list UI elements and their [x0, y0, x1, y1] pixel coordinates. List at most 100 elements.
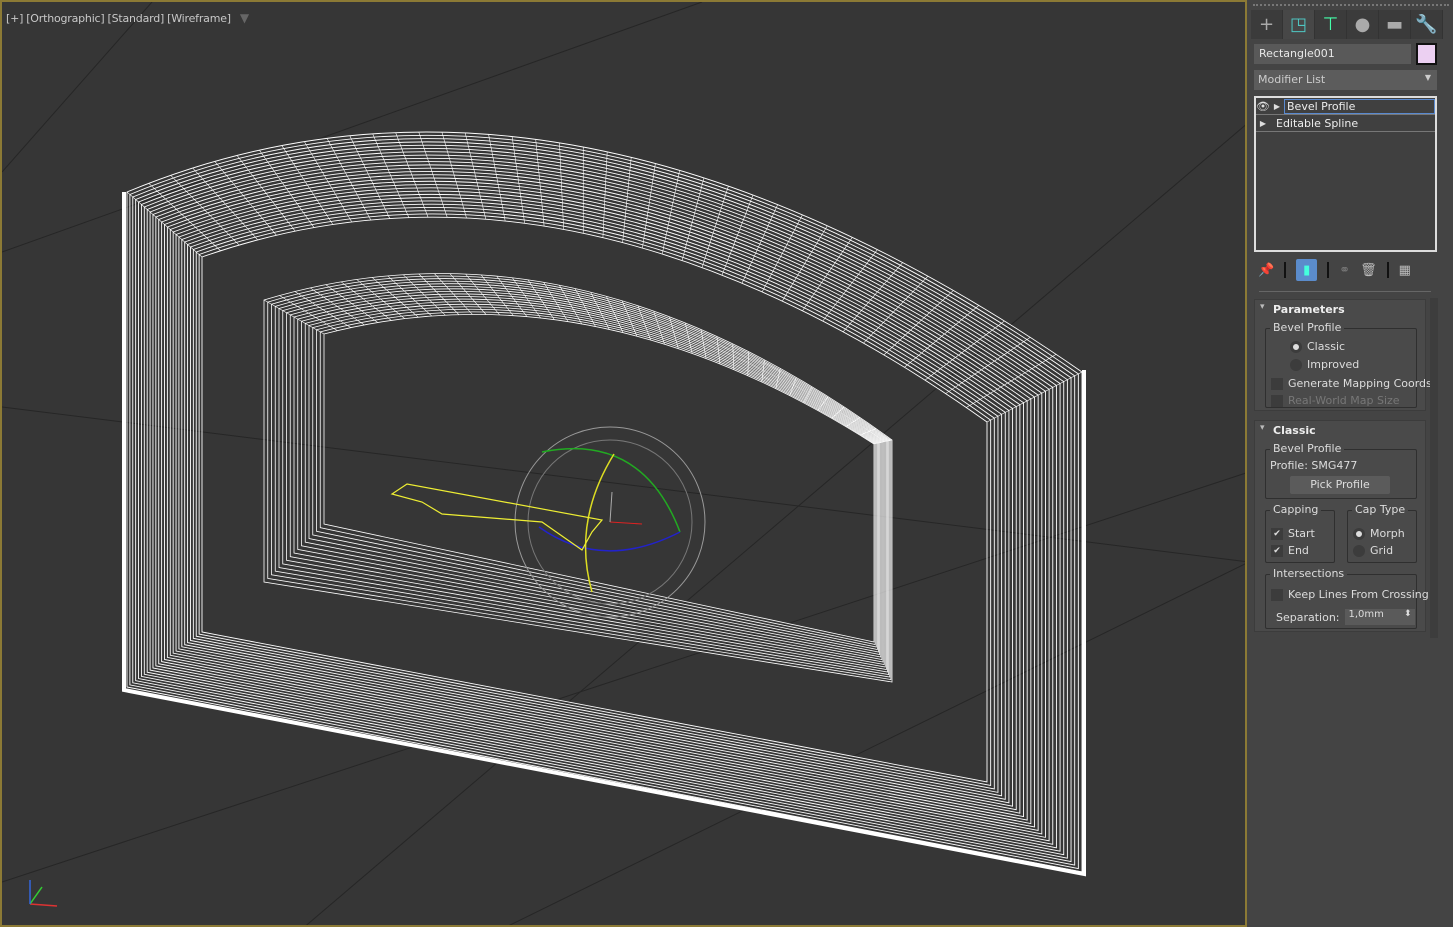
- group-label: Bevel Profile: [1270, 442, 1345, 455]
- bevel-profile-spline: [390, 483, 604, 551]
- stack-item-label: Editable Spline: [1276, 116, 1359, 130]
- profile-name: Profile: SMG477: [1270, 459, 1358, 472]
- stack-item-editable-spline[interactable]: ▶ Editable Spline: [1256, 115, 1435, 132]
- outer-frame-wire: [132, 138, 1076, 866]
- command-panel: + ◳ ⊤ ● ▬ 🔧 Rectangle001 Modifier List ▼ …: [1249, 0, 1453, 927]
- separation-spinner[interactable]: 1,0mm: [1344, 609, 1415, 625]
- motion-icon[interactable]: ●: [1347, 10, 1379, 39]
- panel-scrollbar[interactable]: [1430, 298, 1438, 638]
- axis-tripod-x: [29, 903, 58, 907]
- inner-frame-wire: [289, 291, 885, 665]
- outer-frame-wire: [164, 174, 1035, 828]
- configure-sets-icon[interactable]: ▦: [1399, 263, 1411, 278]
- plus-icon[interactable]: +: [1251, 10, 1283, 39]
- viewport-label-menu: [+] [Orthographic] [Standard] [Wireframe…: [6, 11, 249, 25]
- outer-frame-wire: [172, 184, 1024, 818]
- trash-icon[interactable]: 🗑: [1360, 263, 1377, 278]
- inner-frame-wire: [297, 296, 883, 660]
- outer-frame-wire: [966, 354, 1057, 408]
- inner-frame-wire: [308, 303, 879, 653]
- inner-frame-wire: [301, 298, 882, 658]
- make-unique-icon[interactable]: ⚭: [1339, 263, 1350, 278]
- grid-line: [2, 2, 703, 253]
- modify-icon[interactable]: ◳: [1283, 10, 1315, 39]
- outer-frame-wire: [140, 148, 1065, 856]
- axis-tripod-y: [29, 886, 43, 905]
- outer-frame-wire: [681, 177, 705, 261]
- inner-frame-wire: [293, 293, 884, 663]
- funnel-icon[interactable]: ▼: [240, 11, 249, 25]
- viewport-shading-menu[interactable]: [Wireframe]: [167, 12, 231, 25]
- stack-item-bevel-profile[interactable]: 👁 ▶ Bevel Profile: [1256, 98, 1435, 115]
- modifier-list-dropdown[interactable]: Modifier List ▼: [1254, 70, 1437, 90]
- parameters-rollout-header[interactable]: Parameters: [1255, 300, 1425, 319]
- grid-line: [2, 2, 153, 173]
- outer-frame-wire: [148, 183, 221, 251]
- outer-frame-wire: [126, 131, 1083, 873]
- cap-end-checkbox[interactable]: ✔ End: [1271, 544, 1309, 557]
- inner-frame-wire: [278, 283, 888, 673]
- viewport-perspective[interactable]: [+] [Orthographic] [Standard] [Wireframe…: [0, 0, 1247, 927]
- classic-rollout-header[interactable]: Classic: [1255, 421, 1425, 440]
- inner-frame-wire: [312, 306, 878, 650]
- gizmo-z-arc: [538, 526, 681, 552]
- radio-classic[interactable]: Classic: [1290, 340, 1345, 353]
- outer-frame-wire: [155, 164, 1046, 838]
- outer-frame-wire: [349, 135, 391, 219]
- command-panel-tabs: + ◳ ⊤ ● ▬ 🔧: [1251, 10, 1443, 39]
- wireframe-scene[interactable]: [2, 2, 1247, 927]
- group-label: Bevel Profile: [1270, 321, 1345, 334]
- viewport-pov-menu[interactable]: [Orthographic]: [26, 12, 104, 25]
- real-world-map-checkbox: Real-World Map Size: [1271, 394, 1400, 407]
- outer-frame-wire: [236, 155, 296, 232]
- show-end-result-icon[interactable]: ▮: [1296, 259, 1318, 281]
- display-icon[interactable]: ▬: [1379, 10, 1411, 39]
- modifier-list-label: Modifier List: [1258, 73, 1326, 86]
- outer-frame-wire: [304, 141, 353, 223]
- outer-frame-wire: [161, 171, 1039, 832]
- separation-label: Separation:: [1276, 610, 1340, 624]
- outer-frame-wire: [158, 167, 1043, 835]
- stack-item-label: Bevel Profile: [1284, 98, 1435, 114]
- wrench-icon[interactable]: 🔧: [1411, 10, 1443, 39]
- object-name-input[interactable]: Rectangle001: [1254, 44, 1411, 64]
- modifier-stack[interactable]: 👁 ▶ Bevel Profile ▶ Editable Spline: [1254, 96, 1437, 252]
- object-color-swatch[interactable]: [1416, 43, 1437, 65]
- outer-frame-wire: [741, 204, 778, 284]
- group-label: Intersections: [1270, 567, 1348, 580]
- parameters-rollout: Parameters Bevel Profile Classic Improve…: [1254, 299, 1435, 411]
- outer-frame-wire: [175, 187, 1021, 814]
- pick-profile-button[interactable]: Pick Profile: [1290, 476, 1390, 494]
- gizmo-y-arc: [541, 447, 681, 533]
- outer-frame-wire: [642, 163, 656, 249]
- radio-grid[interactable]: Grid: [1353, 544, 1393, 557]
- axis-x: [609, 521, 643, 525]
- cap-start-checkbox[interactable]: ✔ Start: [1271, 527, 1315, 540]
- group-label: Cap Type: [1352, 503, 1409, 516]
- generate-mapping-checkbox[interactable]: Generate Mapping Coords.: [1271, 377, 1435, 390]
- panel-drag-handle[interactable]: [1253, 4, 1449, 6]
- radio-improved[interactable]: Improved: [1290, 358, 1359, 371]
- chevron-down-icon: ▼: [1424, 73, 1431, 82]
- viewport-plus-menu[interactable]: [+]: [6, 12, 23, 25]
- classic-rollout: Classic Bevel Profile Profile: SMG477 Pi…: [1254, 420, 1429, 632]
- outer-frame-wire: [129, 134, 1079, 870]
- outer-frame-wire: [761, 214, 803, 293]
- viewport-shading-standard-menu[interactable]: [Standard]: [108, 12, 165, 25]
- keep-lines-checkbox[interactable]: Keep Lines From Crossing: [1271, 588, 1429, 601]
- eye-icon[interactable]: 👁: [1256, 100, 1270, 113]
- inner-frame-wire: [747, 351, 749, 376]
- inner-frame-wire: [319, 311, 876, 645]
- inner-frame-wire: [271, 278, 891, 678]
- inner-frame-wire: [274, 280, 890, 675]
- radio-morph[interactable]: Morph: [1353, 527, 1405, 540]
- hierarchy-icon[interactable]: ⊤: [1315, 10, 1347, 39]
- expand-icon[interactable]: ▶: [1270, 102, 1284, 111]
- outer-frame-wire: [138, 144, 1068, 859]
- group-label: Capping: [1270, 503, 1322, 516]
- outer-frame-wire: [149, 157, 1054, 845]
- outer-frame-wire: [152, 161, 1050, 842]
- axis-z: [609, 491, 613, 523]
- expand-icon[interactable]: ▶: [1256, 119, 1270, 128]
- pin-stack-icon[interactable]: 📌: [1258, 263, 1274, 278]
